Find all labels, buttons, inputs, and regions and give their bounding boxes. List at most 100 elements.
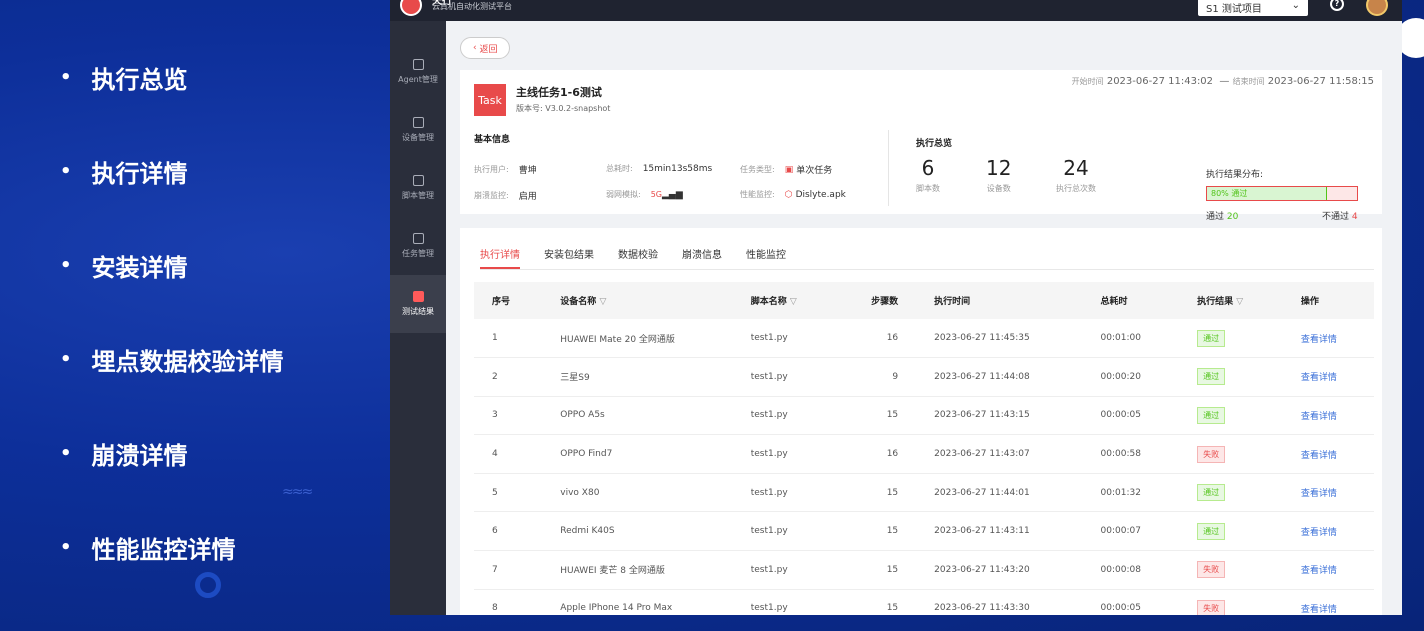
cell-index-text: 3 <box>492 410 498 421</box>
cell-duration: 00:00:05 <box>1082 396 1180 436</box>
task-summary-card: 开始时间 2023-06-27 11:43:02 — 结束时间 2023-06-… <box>460 70 1382 222</box>
cell-device: Apple IPhone 14 Pro Max <box>542 589 733 615</box>
cell-steps-text: 16 <box>886 449 899 460</box>
cell-steps-text: 15 <box>886 487 899 498</box>
table-row: 5 vivo X80 test1.py 15 2023-06-27 11:44:01 00… <box>474 473 1374 513</box>
cell-exec-time-text: 2023-06-27 11:44:01 <box>934 487 1030 498</box>
exec-user: 执行用户: 曹坤 <box>474 165 537 176</box>
cell-action: 查看详情 <box>1282 434 1374 474</box>
help-icon[interactable]: ? <box>1330 0 1344 11</box>
sidebar-item-tasks[interactable]: 任务管理 <box>390 217 446 275</box>
cell-device-text: Redmi K40S <box>560 526 615 537</box>
status-badge: 失败 <box>1197 561 1226 579</box>
sidebar-item-scripts[interactable]: 脚本管理 <box>390 159 446 217</box>
col-script[interactable]: 脚本名称 ▽ <box>732 282 837 319</box>
back-button[interactable]: ‹ 返回 <box>460 37 511 59</box>
cell-result: 通过 <box>1179 511 1283 552</box>
view-details-link[interactable]: 查看详情 <box>1301 451 1337 461</box>
view-details-link[interactable]: 查看详情 <box>1301 528 1337 538</box>
col-exec-time: 执行时间 <box>916 282 1083 319</box>
cell-device-text: HUAWEI 麦芒 8 全网通版 <box>560 566 665 577</box>
col-index: 序号 <box>474 282 543 319</box>
cell-device: 三星S9 <box>542 357 733 397</box>
view-details-link[interactable]: 查看详情 <box>1301 605 1337 615</box>
bullet-item: • 执行总览 <box>60 65 188 94</box>
col-duration: 总耗时 <box>1082 282 1180 319</box>
cell-script-text: test1.py <box>750 487 788 498</box>
cell-script-text: test1.py <box>750 371 788 382</box>
cell-script-text: test1.py <box>750 333 788 344</box>
sidebar-item-devices[interactable]: 设备管理 <box>390 101 446 159</box>
table-body: 1 HUAWEI Mate 20 全网通版 test1.py 16 2023-06-27… <box>474 319 1374 615</box>
task-icon <box>412 233 424 244</box>
tab-data-check[interactable]: 数据校验 <box>618 244 658 269</box>
view-details-link[interactable]: 查看详情 <box>1301 335 1337 345</box>
table-row: 4 OPPO Find7 test1.py 16 2023-06-27 11:43:07… <box>474 434 1374 474</box>
tab-exec-details[interactable]: 执行详情 <box>480 244 520 269</box>
decorative-circle <box>195 572 221 598</box>
time-range: 开始时间 2023-06-27 11:43:02 — 结束时间 2023-06-… <box>1071 76 1374 87</box>
cell-result: 通过 <box>1179 319 1283 359</box>
sidebar-item-results[interactable]: 测试结果 <box>390 275 446 333</box>
tab-crash-info[interactable]: 崩溃信息 <box>682 244 722 269</box>
cell-device-text: vivo X80 <box>560 487 600 498</box>
cell-exec-time: 2023-06-27 11:43:07 <box>916 434 1083 474</box>
cell-steps-text: 15 <box>886 526 899 537</box>
cell-index-text: 4 <box>492 449 498 460</box>
status-badge: 通过 <box>1197 484 1226 502</box>
cell-script-text: test1.py <box>750 526 788 537</box>
cell-duration-text: 00:01:00 <box>1100 333 1141 344</box>
col-result[interactable]: 执行结果 ▽ <box>1179 282 1283 319</box>
table-row: 2 三星S9 test1.py 9 2023-06-27 11:44:08 00:00:2… <box>474 357 1374 397</box>
cell-steps: 15 <box>836 589 917 615</box>
feature-list: • 执行总览 • 执行详情 • 安装详情 • 埋点数据校验详情 • 崩溃详情 • 性能监控详… <box>60 30 380 594</box>
cell-script-text: test1.py <box>750 449 788 460</box>
details-card: 执行详情 安装包结果 数据校验 崩溃信息 性能监控 序号 设备名称 ▽ 脚本名称… <box>460 228 1382 615</box>
cell-index: 2 <box>474 357 543 397</box>
logo-icon <box>400 0 422 16</box>
view-details-link[interactable]: 查看详情 <box>1301 489 1337 499</box>
fail-legend: 不通过 4 <box>1322 212 1358 222</box>
cell-script: test1.py <box>732 396 837 436</box>
col-action: 操作 <box>1282 282 1374 319</box>
col-device[interactable]: 设备名称 ▽ <box>542 282 733 319</box>
view-details-link[interactable]: 查看详情 <box>1301 412 1337 422</box>
stat-devices: 12 设备数 <box>986 156 1012 193</box>
script-icon <box>412 175 424 186</box>
sidebar-item-agent[interactable]: Agent管理 <box>390 43 446 101</box>
dist-title: 执行结果分布: <box>1206 170 1264 180</box>
filter-icon: ▽ <box>599 297 607 307</box>
bullet-item: • 安装详情 <box>60 253 188 282</box>
cell-duration-text: 00:00:20 <box>1100 371 1141 382</box>
cell-device: OPPO Find7 <box>542 434 733 474</box>
tab-perf-monitor[interactable]: 性能监控 <box>746 244 786 269</box>
view-details-link[interactable]: 查看详情 <box>1301 566 1337 576</box>
cell-duration-text: 00:00:08 <box>1100 564 1141 575</box>
cell-duration: 00:00:58 <box>1082 434 1180 474</box>
cell-index: 7 <box>474 550 543 590</box>
view-details-link[interactable]: 查看详情 <box>1301 373 1337 383</box>
cell-exec-time: 2023-06-27 11:45:35 <box>916 319 1083 359</box>
cell-exec-time: 2023-06-27 11:44:08 <box>916 357 1083 397</box>
top-bar: 天行 云真机自动化测试平台 S1 测试项目 ⌄ ? <box>390 0 1402 21</box>
cell-result: 失败 <box>1179 550 1283 590</box>
table-row: 8 Apple IPhone 14 Pro Max test1.py 15 2023-0… <box>474 589 1374 615</box>
cell-action: 查看详情 <box>1282 511 1374 552</box>
cell-index: 8 <box>474 589 543 615</box>
cell-result: 失败 <box>1179 589 1283 615</box>
cell-exec-time-text: 2023-06-27 11:43:11 <box>934 526 1030 537</box>
table-header-row: 序号 设备名称 ▽ 脚本名称 ▽ 步骤数 执行时间 总耗时 执行结果 ▽ 操作 <box>474 282 1374 319</box>
project-select[interactable]: S1 测试项目 ⌄ <box>1198 0 1308 16</box>
avatar[interactable] <box>1366 0 1388 16</box>
cell-action: 查看详情 <box>1282 550 1374 590</box>
cell-device: Redmi K40S <box>542 511 733 552</box>
cell-index-text: 2 <box>492 371 498 382</box>
cell-device-text: 三星S9 <box>560 373 590 384</box>
tab-install-results[interactable]: 安装包结果 <box>544 244 594 269</box>
package-icon: ⬡ <box>784 189 793 200</box>
table-row: 1 HUAWEI Mate 20 全网通版 test1.py 16 2023-06-27… <box>474 319 1374 359</box>
network-sim: 弱网模拟: 5G ▂▄▆ <box>606 189 683 200</box>
crash-monitor: 崩溃监控: 启用 <box>474 191 537 202</box>
status-badge: 通过 <box>1197 329 1226 347</box>
cell-steps: 15 <box>836 396 917 436</box>
